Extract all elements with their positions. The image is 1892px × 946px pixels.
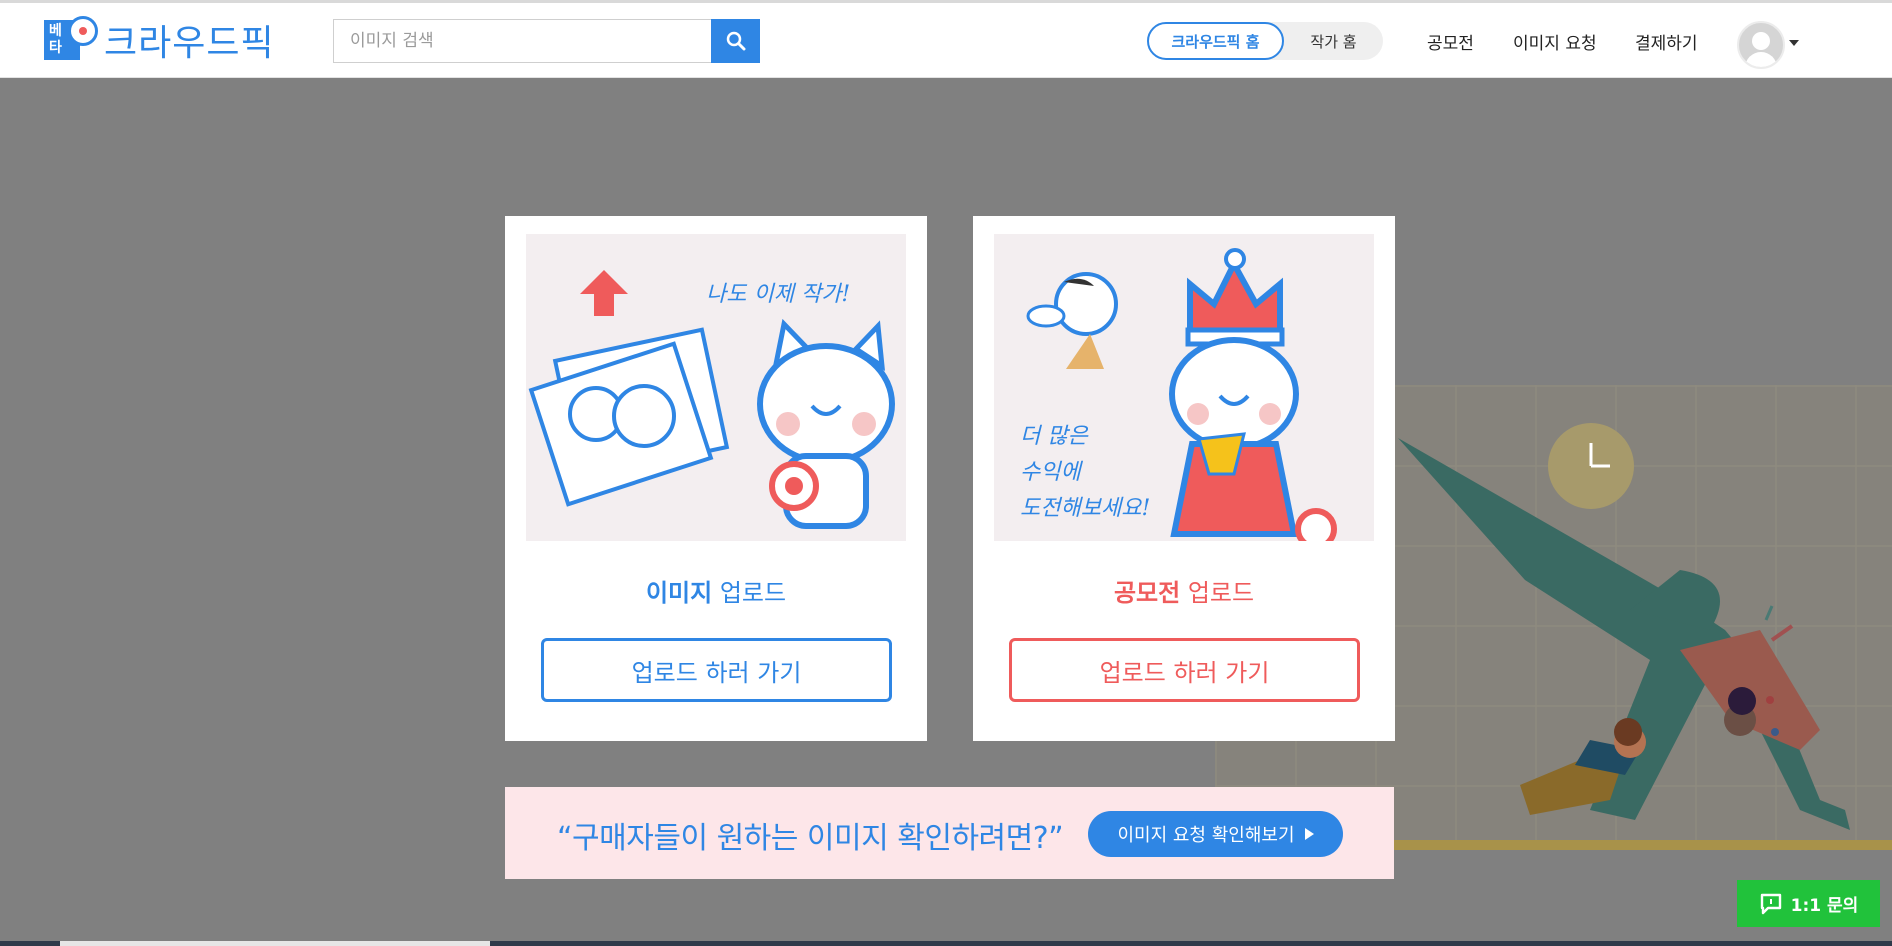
nav-image-request[interactable]: 이미지 요청	[1513, 29, 1597, 54]
play-arrow-icon	[1304, 828, 1314, 840]
chevron-down-icon[interactable]	[1789, 40, 1799, 46]
image-upload-title: 이미지 업로드	[505, 573, 927, 608]
logo[interactable]: 베타 크라우드픽	[44, 16, 275, 64]
search-button[interactable]	[711, 19, 760, 63]
home-toggle: 크라우드픽 홈 작가 홈	[1147, 22, 1383, 60]
artist-home-tab[interactable]: 작가 홈	[1284, 22, 1383, 60]
one-on-one-inquiry-button[interactable]: 1:1 문의	[1737, 880, 1880, 927]
image-upload-caption: 나도 이제 작가!	[706, 282, 851, 307]
nav-payment[interactable]: 결제하기	[1635, 29, 1698, 54]
crowdpic-home-tab[interactable]: 크라우드픽 홈	[1147, 22, 1284, 60]
image-upload-illustration: 나도 이제 작가!	[526, 234, 906, 541]
beta-badge-text: 베타	[49, 23, 62, 56]
search-icon	[726, 31, 745, 51]
beta-badge: 베타	[44, 16, 98, 60]
contest-upload-title: 공모전 업로드	[973, 573, 1395, 608]
contest-upload-illustration: 더 많은 수익에 도전해보세요!	[994, 234, 1374, 541]
nav-contest[interactable]: 공모전	[1427, 29, 1474, 54]
chat-label: 1:1 문의	[1790, 896, 1859, 916]
header: 베타 크라우드픽 크라우드픽 홈 작가 홈 공모전 이미지 요청 결제하기	[0, 3, 1892, 78]
image-upload-button[interactable]: 업로드 하러 가기	[541, 638, 892, 702]
contest-caption-line-3: 도전해보세요!	[1020, 496, 1151, 521]
contest-upload-card: 더 많은 수익에 도전해보세요! 공모전 업로드 업로드 하러 가기	[973, 216, 1395, 741]
logo-text: 크라우드픽	[104, 23, 275, 64]
contest-caption-line-1: 더 많은	[1020, 424, 1088, 449]
avatar-head	[1752, 32, 1770, 50]
logo-cat-icon	[68, 16, 98, 46]
chat-bubble-icon	[1760, 893, 1781, 914]
user-avatar-icon[interactable]	[1737, 21, 1785, 69]
banner-text: “구매자들이 원하는 이미지 확인하려면?”	[557, 821, 1064, 856]
contest-upload-caption: 더 많은 수익에 도전해보세요!	[1020, 419, 1150, 527]
image-request-check-button[interactable]: 이미지 요청 확인해보기	[1088, 811, 1343, 857]
search-bar	[333, 19, 760, 63]
image-upload-title-strong: 이미지	[645, 579, 713, 607]
contest-upload-title-strong: 공모전	[1113, 579, 1181, 607]
image-upload-card: 나도 이제 작가! 이미지 업로드 업로드 하러 가기	[505, 216, 927, 741]
contest-upload-button[interactable]: 업로드 하러 가기	[1009, 638, 1360, 702]
contest-upload-title-rest: 업로드	[1180, 579, 1255, 607]
taskbar-highlight	[60, 941, 490, 946]
avatar-body	[1745, 52, 1777, 67]
image-upload-title-rest: 업로드	[712, 579, 787, 607]
contest-caption-line-2: 수익에	[1020, 460, 1081, 485]
image-request-banner: “구매자들이 원하는 이미지 확인하려면?” 이미지 요청 확인해보기	[505, 787, 1394, 879]
search-input[interactable]	[333, 19, 711, 63]
background-yoga-illustration	[1380, 420, 1892, 854]
banner-button-label: 이미지 요청 확인해보기	[1117, 825, 1295, 846]
